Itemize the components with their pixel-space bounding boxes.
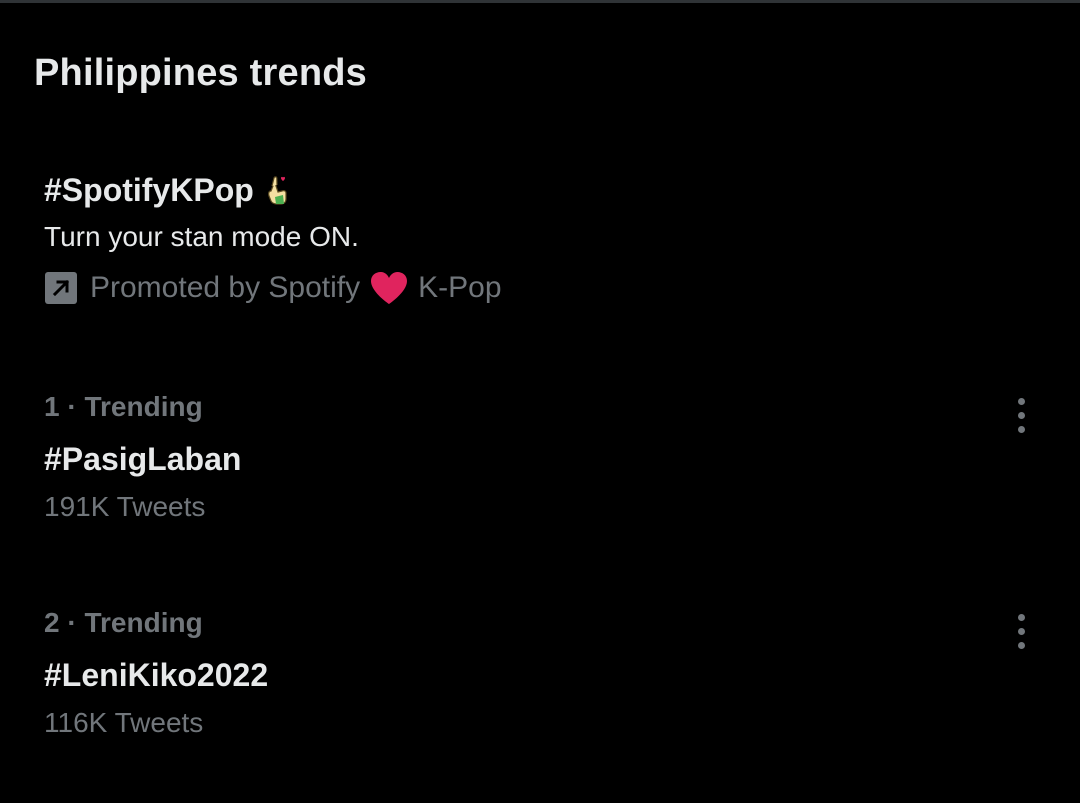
promoted-by-label: Promoted by Spotify xyxy=(90,271,361,304)
trend-item[interactable]: 2 · Trending #LeniKiko2022 116K Tweets xyxy=(44,605,1044,738)
trend-meta: 1 · Trending xyxy=(44,391,203,422)
finger-heart-icon xyxy=(264,175,290,205)
promoted-arrow-icon xyxy=(44,271,78,305)
promoted-by-row: Promoted by Spotify K-Pop xyxy=(44,268,1004,308)
promoted-hashtag-row: #SpotifyKPop xyxy=(44,168,1004,212)
trend-meta: 2 · Trending xyxy=(44,607,203,638)
more-dot-icon xyxy=(1017,397,1025,405)
trend-name[interactable]: #PasigLaban xyxy=(44,439,1044,479)
more-dot-icon xyxy=(1017,627,1025,635)
red-heart-icon xyxy=(370,271,408,305)
more-dot-icon xyxy=(1017,641,1025,649)
more-dot-icon xyxy=(1017,613,1025,621)
trend-tweet-count: 191K Tweets xyxy=(44,491,206,522)
more-options-button[interactable] xyxy=(1006,609,1036,653)
trend-item[interactable]: 1 · Trending #PasigLaban 191K Tweets xyxy=(44,389,1044,522)
panel-title: Philippines trends xyxy=(34,52,367,94)
promoted-description: Turn your stan mode ON. xyxy=(44,221,359,252)
promoted-trend[interactable]: #SpotifyKPop Turn your stan mode ON. Pro… xyxy=(44,168,1004,308)
top-divider xyxy=(0,0,1080,3)
trend-name[interactable]: #LeniKiko2022 xyxy=(44,655,1044,695)
promoted-by-brand: K-Pop xyxy=(418,271,502,304)
more-dot-icon xyxy=(1017,411,1025,419)
more-options-button[interactable] xyxy=(1006,393,1036,437)
more-dot-icon xyxy=(1017,425,1025,433)
promoted-hashtag[interactable]: #SpotifyKPop xyxy=(44,168,254,212)
trend-tweet-count: 116K Tweets xyxy=(44,707,204,738)
